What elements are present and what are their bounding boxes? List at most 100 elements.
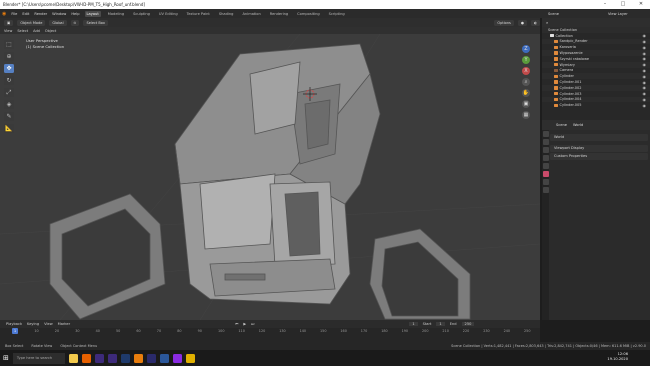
properties-tab-world[interactable]: World <box>573 123 583 127</box>
taskbar-clock[interactable]: 12:06 19.10.2020 <box>607 352 628 362</box>
panel-viewport-display[interactable]: Viewport Display <box>550 145 648 152</box>
menu-file[interactable]: File <box>11 12 17 16</box>
overlay-icon[interactable]: ◐ <box>530 19 540 26</box>
move-tool-icon[interactable]: ✥ <box>4 64 14 73</box>
minimize-button[interactable]: – <box>596 0 614 9</box>
current-frame-field[interactable]: 1 <box>409 322 418 326</box>
camera-view-icon[interactable]: ▣ <box>522 100 530 108</box>
end-frame-field[interactable]: 250 <box>461 322 475 326</box>
word-icon[interactable] <box>159 353 169 363</box>
object-mode-dropdown[interactable]: Object Mode <box>17 19 46 26</box>
visibility-eye-icon[interactable]: ◉ <box>643 74 647 79</box>
visibility-eye-icon[interactable]: ◉ <box>643 97 647 102</box>
workspace-tab-shading[interactable]: Shading <box>217 11 236 17</box>
editor-type-icon[interactable]: ▣ <box>4 19 14 26</box>
options-dropdown[interactable]: Options <box>494 19 514 26</box>
select-tool-icon[interactable]: ⬚ <box>4 40 14 49</box>
gizmo-x-axis[interactable]: X <box>522 67 530 75</box>
visibility-eye-icon[interactable]: ◉ <box>643 91 647 96</box>
zoom-icon[interactable]: ⌕ <box>522 78 530 86</box>
snap-icon[interactable]: ⊙ <box>70 19 80 26</box>
world-tab-icon[interactable] <box>542 171 549 177</box>
menu-window[interactable]: Window <box>52 12 66 16</box>
media-encoder-icon[interactable] <box>146 353 156 363</box>
tool-tab-icon[interactable] <box>542 131 549 137</box>
workspace-tab-rendering[interactable]: Rendering <box>268 11 290 17</box>
visibility-eye-icon[interactable]: ◉ <box>643 68 647 73</box>
orientation-dropdown[interactable]: Global <box>49 19 67 26</box>
menu-help[interactable]: Help <box>71 12 79 16</box>
visibility-eye-icon[interactable]: ◉ <box>643 103 647 108</box>
app-3-icon[interactable] <box>172 353 182 363</box>
output-tab-icon[interactable] <box>542 147 549 153</box>
visibility-eye-icon[interactable]: ◉ <box>643 45 647 50</box>
timeline-menu-view[interactable]: View <box>44 322 53 326</box>
drag-dropdown[interactable]: Select Box <box>83 19 108 26</box>
scene-tab-icon[interactable] <box>542 163 549 169</box>
timeline-playhead[interactable]: 1 <box>12 328 18 334</box>
rotate-tool-icon[interactable]: ↻ <box>4 76 14 85</box>
texture-tab-icon[interactable] <box>542 187 549 193</box>
visibility-eye-icon[interactable]: ◉ <box>643 85 647 90</box>
workspace-tab-uv-editing[interactable]: UV Editing <box>157 11 180 17</box>
timeline-menu-playback[interactable]: Playback <box>6 322 22 326</box>
panel-custom-properties[interactable]: Custom Properties <box>550 153 648 160</box>
visibility-eye-icon[interactable]: ◉ <box>643 56 647 61</box>
render-tab-icon[interactable] <box>542 139 549 145</box>
maximize-button[interactable]: □ <box>614 0 632 9</box>
visibility-eye-icon[interactable]: ◉ <box>643 33 647 38</box>
menu-select[interactable]: Select <box>17 29 28 33</box>
3d-viewport[interactable] <box>0 34 540 320</box>
navigation-gizmo[interactable]: Z Y X ⌕ ✋ ▣ ▦ <box>515 42 537 122</box>
blender-logo-icon[interactable]: ◉ <box>2 11 6 17</box>
measure-tool-icon[interactable]: 📐 <box>4 124 14 133</box>
timeline-menu-marker[interactable]: Marker <box>58 322 70 326</box>
scene-selector[interactable]: Scene <box>548 12 559 16</box>
view-layer-selector[interactable]: View Layer <box>608 12 628 16</box>
world-name-field[interactable]: World <box>550 134 648 141</box>
visibility-eye-icon[interactable]: ◉ <box>643 51 647 56</box>
after-effects-icon[interactable] <box>107 353 117 363</box>
workspace-tab-sculpting[interactable]: Sculpting <box>131 11 152 17</box>
timeline-menu-keying[interactable]: Keying <box>27 322 39 326</box>
close-button[interactable]: ✕ <box>632 0 650 9</box>
gizmo-y-axis[interactable]: Y <box>522 56 530 64</box>
properties-tab-scene[interactable]: Scene <box>556 123 567 127</box>
workspace-tab-animation[interactable]: Animation <box>240 11 262 17</box>
play-icon[interactable]: ▶ <box>243 322 246 326</box>
menu-view[interactable]: View <box>4 29 12 33</box>
explorer-icon[interactable] <box>68 353 78 363</box>
taskbar-search-box[interactable]: Type here to search <box>12 352 65 364</box>
photoshop-icon[interactable] <box>120 353 130 363</box>
workspace-tab-compositing[interactable]: Compositing <box>295 11 322 17</box>
cursor-tool-icon[interactable]: ⊕ <box>4 52 14 61</box>
visibility-eye-icon[interactable]: ◉ <box>643 39 647 44</box>
grid-view-icon[interactable]: ▦ <box>522 111 530 119</box>
blender-icon[interactable] <box>133 353 143 363</box>
jump-end-icon[interactable]: ⏭ <box>251 322 254 326</box>
visibility-eye-icon[interactable]: ◉ <box>643 80 647 85</box>
view-layer-tab-icon[interactable] <box>542 155 549 161</box>
workspace-tab-scripting[interactable]: Scripting <box>327 11 347 17</box>
collection-tab-icon[interactable] <box>542 179 549 185</box>
menu-add[interactable]: Add <box>33 29 40 33</box>
visibility-eye-icon[interactable]: ◉ <box>643 62 647 67</box>
outliner-row[interactable]: Cylinder.005 ◉ <box>542 102 650 108</box>
start-frame-field[interactable]: 1 <box>436 322 445 326</box>
app-4-icon[interactable] <box>185 353 195 363</box>
scale-tool-icon[interactable]: ⤢ <box>4 88 14 97</box>
annotate-tool-icon[interactable]: ✎ <box>4 112 14 121</box>
windows-start-icon[interactable]: ⊞ <box>3 354 9 362</box>
menu-object[interactable]: Object <box>45 29 56 33</box>
jump-start-icon[interactable]: ⏮ <box>235 322 238 326</box>
gizmo-z-axis[interactable]: Z <box>522 45 530 53</box>
pan-hand-icon[interactable]: ✋ <box>522 89 530 97</box>
shading-solid-icon[interactable]: ● <box>517 19 527 26</box>
workspace-tab-layout[interactable]: Layout <box>84 10 101 17</box>
firefox-icon[interactable] <box>81 353 91 363</box>
menu-render[interactable]: Render <box>34 12 47 16</box>
workspace-tab-texture-paint[interactable]: Texture Paint <box>185 11 212 17</box>
workspace-tab-modeling[interactable]: Modeling <box>106 11 126 17</box>
transform-tool-icon[interactable]: ◈ <box>4 100 14 109</box>
menu-edit[interactable]: Edit <box>22 12 29 16</box>
